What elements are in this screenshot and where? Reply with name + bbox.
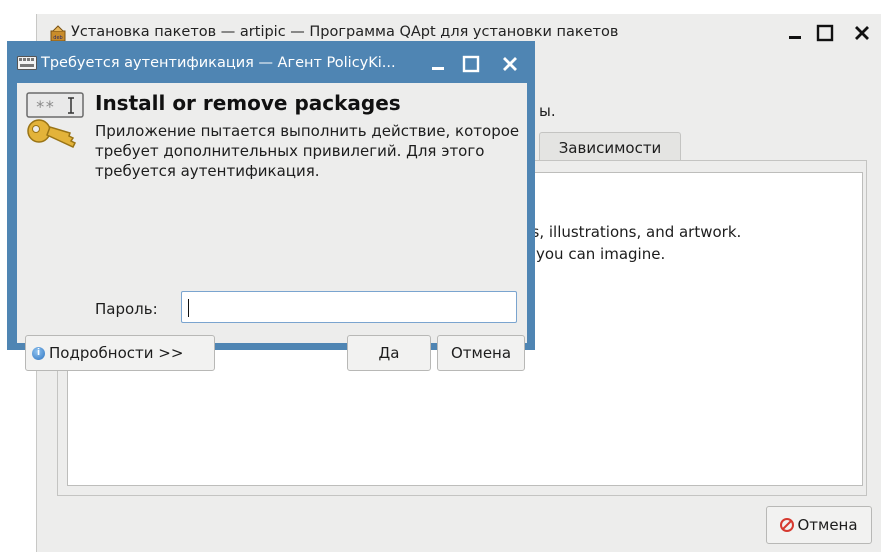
auth-heading: Install or remove packages [95, 91, 401, 115]
installer-cancel-button[interactable]: Отмена [766, 506, 872, 544]
installer-close-button[interactable] [849, 20, 875, 46]
close-icon [855, 26, 869, 40]
package-icon: deb [50, 25, 66, 42]
description-line-2: you can imagine. [536, 245, 666, 263]
auth-minimize-button[interactable] [425, 51, 451, 77]
password-key-icon: ** [26, 92, 84, 148]
keyboard-icon [17, 56, 37, 70]
tab-dependencies[interactable]: Зависимости [539, 132, 681, 163]
maximize-icon [816, 24, 834, 42]
installer-window-title: Установка пакетов — artipic — Программа … [71, 24, 619, 40]
auth-dialog-title: Требуется аутентификация — Агент PolicyK… [41, 55, 396, 71]
authentication-dialog: Требуется аутентификация — Агент PolicyK… [7, 41, 535, 371]
minimize-icon [432, 67, 444, 70]
password-label: Пароль: [95, 300, 158, 318]
description-line-1: hs, illustrations, and artwork. [522, 223, 742, 241]
info-icon: i [32, 346, 45, 360]
auth-maximize-button[interactable] [458, 51, 484, 77]
auth-dialog-titlebar: Требуется аутентификация — Агент PolicyK… [7, 41, 535, 83]
maximize-icon [462, 55, 480, 73]
password-input[interactable] [181, 291, 517, 323]
ok-button[interactable]: Да [347, 335, 431, 371]
installer-maximize-button[interactable] [812, 20, 838, 46]
auth-close-button[interactable] [497, 51, 523, 77]
installer-cancel-label: Отмена [797, 516, 858, 534]
auth-dialog-body: ** Install or remove packages Приложение… [17, 83, 527, 371]
auth-message: Приложение пытается выполнить действие, … [95, 122, 520, 180]
installer-minimize-button[interactable] [782, 20, 808, 46]
details-button-label: Подробности >> [49, 344, 184, 362]
minimize-icon [789, 36, 801, 39]
text-caret [188, 299, 189, 317]
cancel-button[interactable]: Отмена [437, 335, 525, 371]
installer-status-text: ы. [539, 102, 556, 120]
svg-text:**: ** [35, 97, 54, 116]
stop-icon [780, 518, 795, 532]
close-icon [503, 57, 517, 71]
details-button[interactable]: i Подробности >> [25, 335, 215, 371]
